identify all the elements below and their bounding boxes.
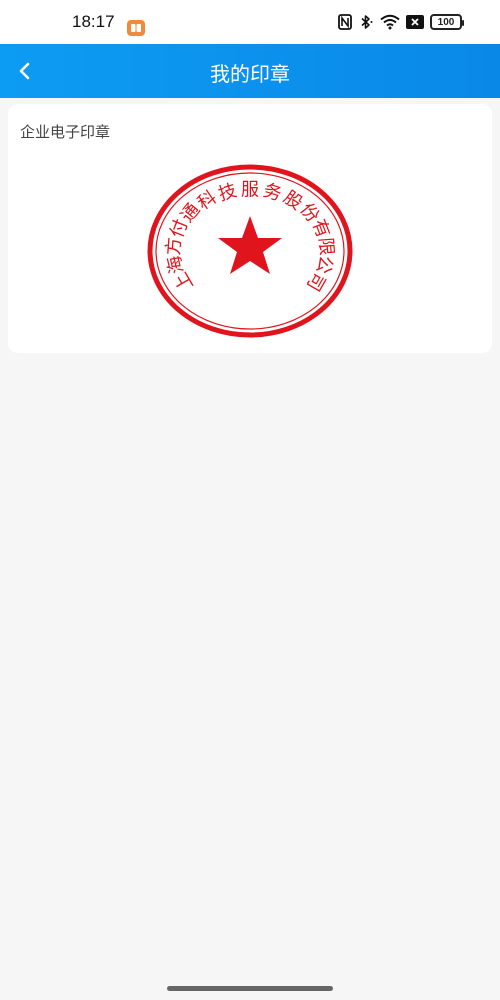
app-notification-icon [127, 20, 145, 36]
seal-card[interactable]: 企业电子印章 上海方付通科技服务股份有限公司 [8, 104, 492, 353]
sim-off-icon [406, 15, 424, 29]
seal-character: 技 [216, 180, 239, 205]
page-title: 我的印章 [210, 62, 290, 86]
status-time: 18:17 [72, 12, 115, 31]
battery-icon: 100 [430, 14, 464, 30]
home-indicator[interactable] [167, 986, 333, 991]
wifi-icon [380, 14, 400, 30]
status-icons: 100 [338, 14, 464, 30]
status-bar: 18:17 100 [0, 0, 500, 44]
seal-character: 海 [164, 253, 188, 275]
bluetooth-icon [358, 14, 374, 30]
card-label: 企业电子印章 [20, 123, 111, 141]
seal-character: 服 [241, 180, 259, 201]
app-bar: 我的印章 [0, 44, 500, 98]
company-seal-image: 上海方付通科技服务股份有限公司 [147, 164, 353, 338]
nfc-icon [338, 14, 352, 30]
